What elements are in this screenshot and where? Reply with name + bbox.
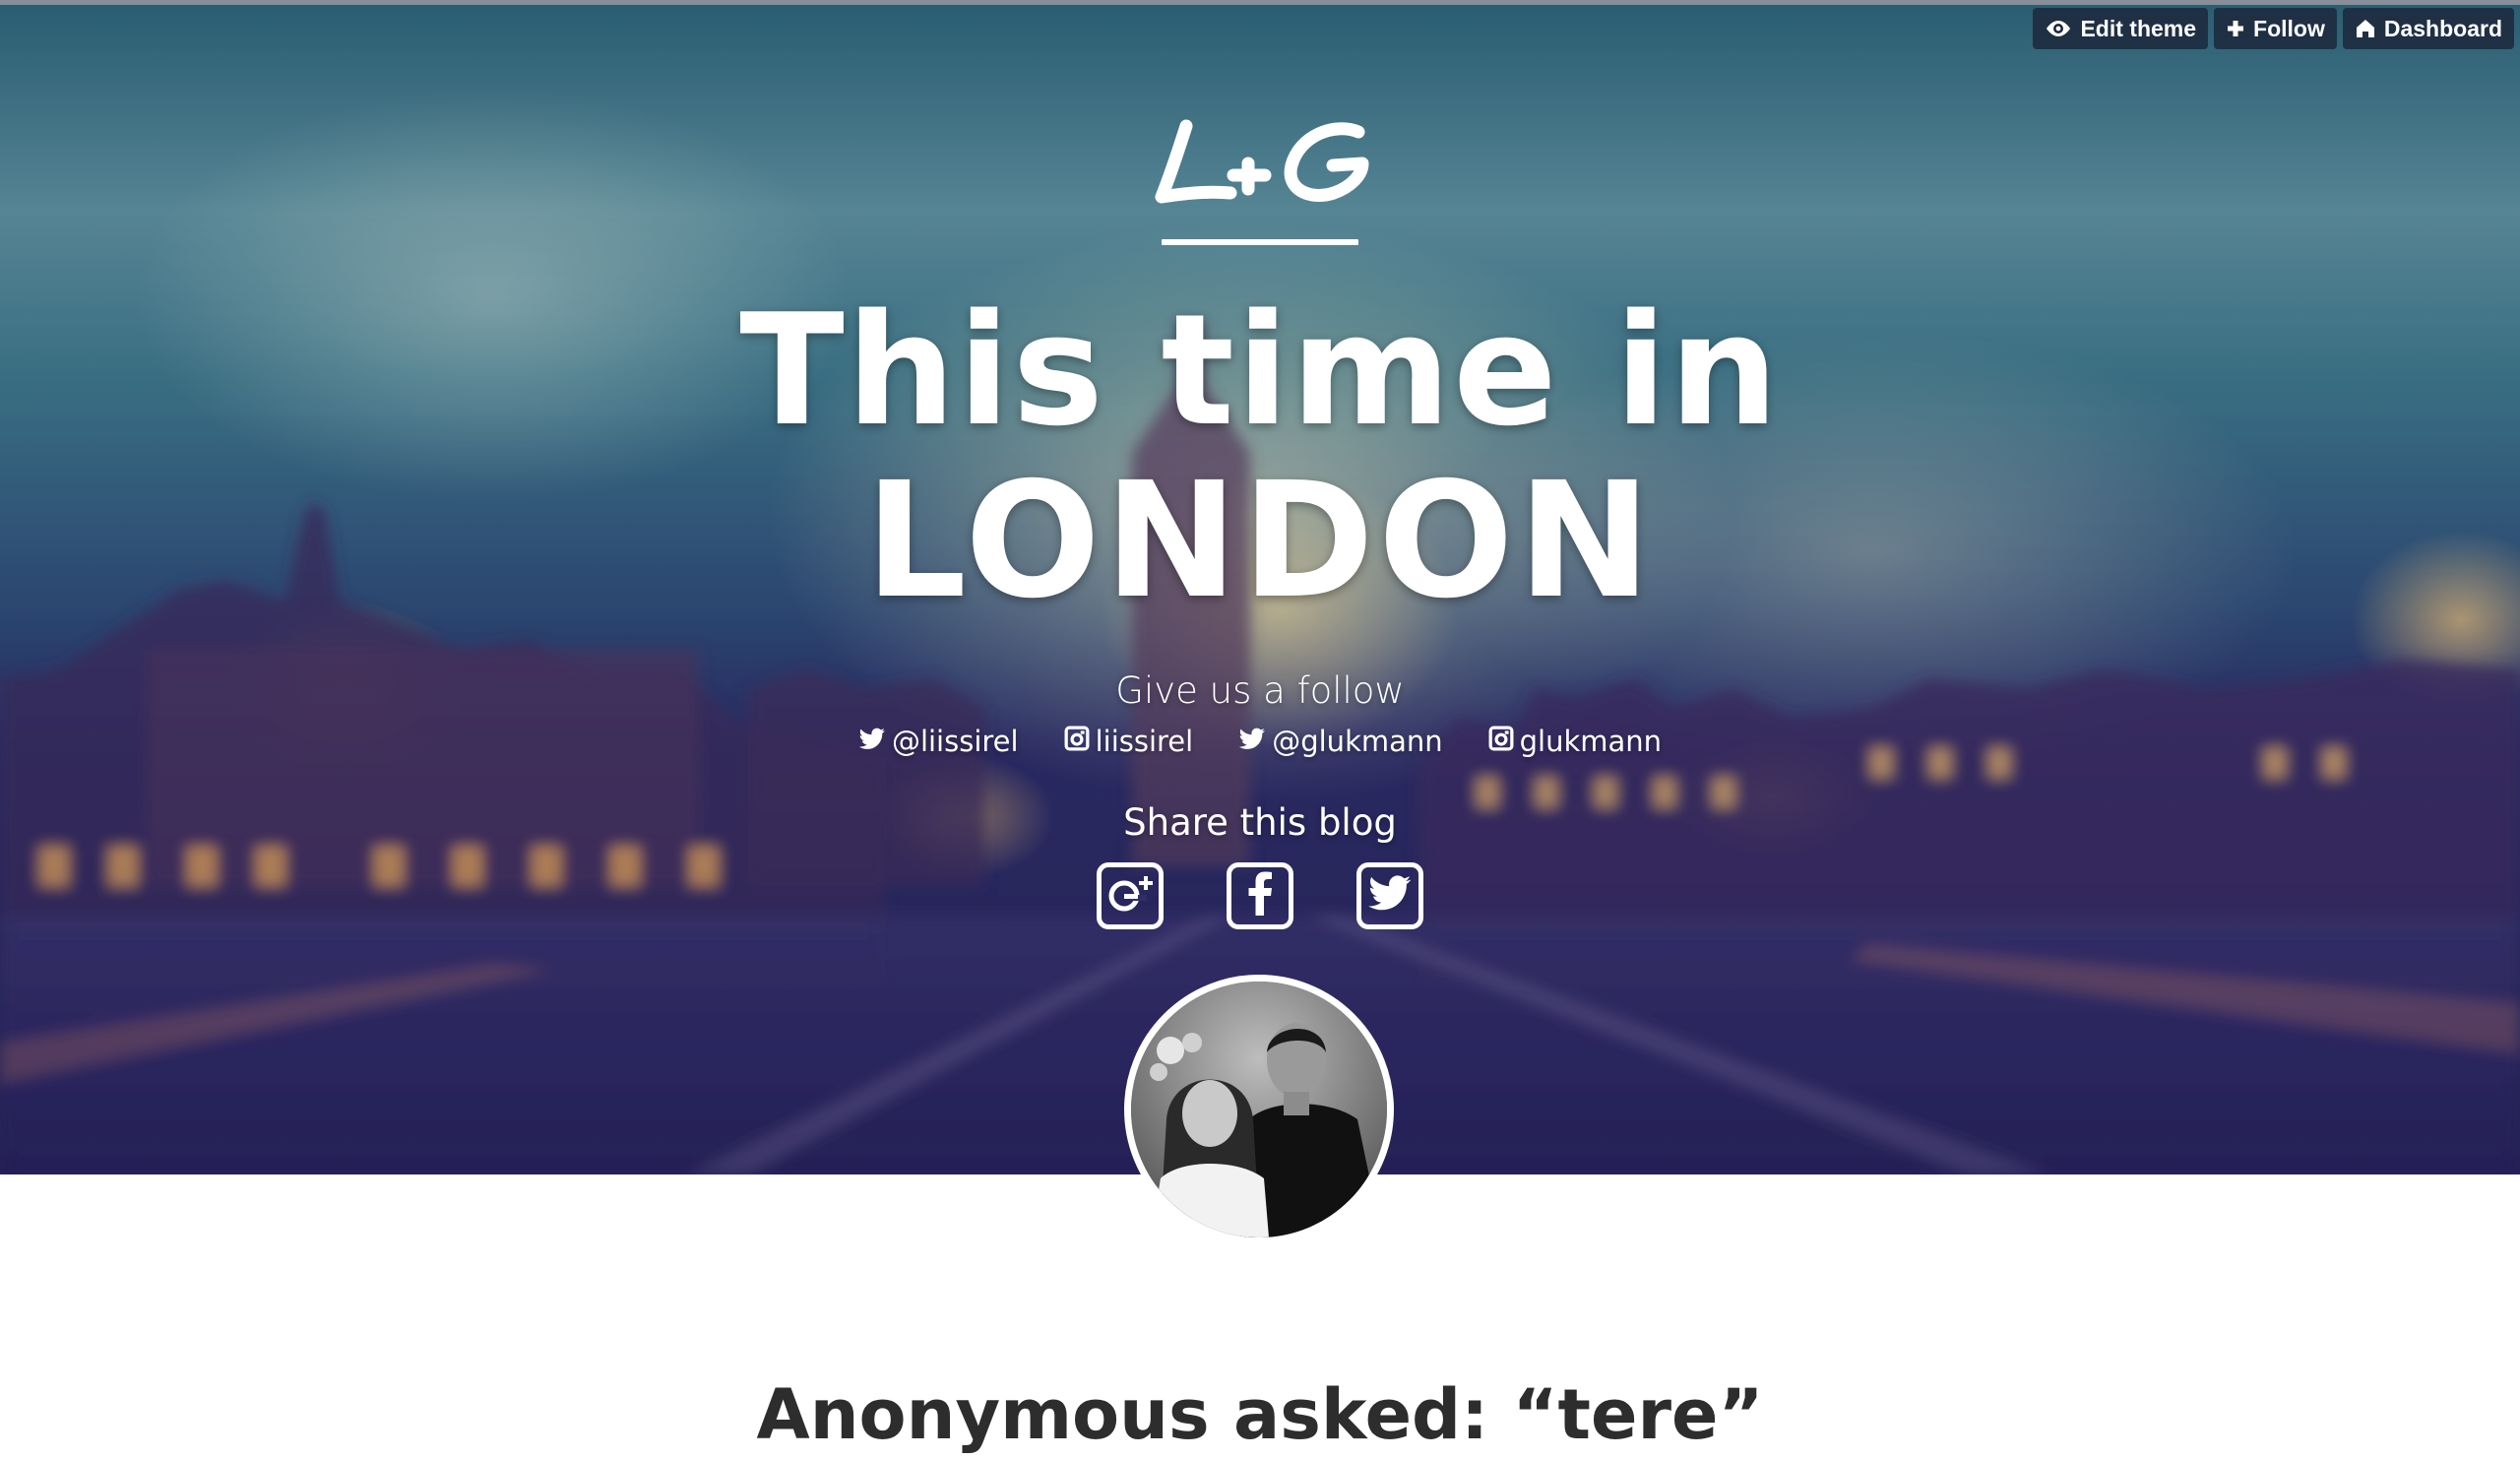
avatar-photo bbox=[1131, 982, 1387, 1237]
follow-heading: Give us a follow bbox=[1115, 669, 1405, 712]
plus-icon bbox=[2226, 19, 2245, 38]
social-handle: @liissirel bbox=[891, 725, 1019, 758]
facebook-icon bbox=[1240, 870, 1280, 922]
edit-theme-button[interactable]: Edit theme bbox=[2033, 8, 2209, 49]
top-border bbox=[0, 0, 2520, 5]
avatar[interactable] bbox=[1124, 975, 1394, 1244]
share-heading: Share this blog bbox=[1123, 801, 1397, 844]
share-buttons bbox=[1097, 862, 1423, 929]
dashboard-button[interactable]: Dashboard bbox=[2342, 8, 2514, 49]
social-handle: @glukmann bbox=[1272, 725, 1443, 758]
home-icon bbox=[2355, 18, 2376, 39]
blog-title-line1: This time in bbox=[739, 281, 1781, 460]
google-plus-icon bbox=[1104, 868, 1156, 924]
twitter-icon bbox=[1367, 874, 1413, 919]
blog-title[interactable]: This time in LONDON bbox=[472, 285, 2048, 628]
blog-logo[interactable] bbox=[1132, 108, 1388, 217]
social-handle: glukmann bbox=[1519, 725, 1663, 758]
instagram-link-liissirel[interactable]: liissirel bbox=[1064, 725, 1194, 758]
twitter-link-glukmann[interactable]: @glukmann bbox=[1238, 725, 1443, 758]
social-links: @liissirel liissirel @glukmann glukmann bbox=[0, 725, 2520, 758]
social-handle: liissirel bbox=[1095, 725, 1194, 758]
twitter-link-liissirel[interactable]: @liissirel bbox=[858, 725, 1019, 758]
edit-theme-label: Edit theme bbox=[2080, 15, 2197, 41]
follow-label: Follow bbox=[2253, 15, 2325, 41]
share-google-plus-button[interactable] bbox=[1097, 862, 1164, 929]
post-title[interactable]: Anonymous asked: “tere” bbox=[0, 1370, 2520, 1459]
instagram-icon bbox=[1064, 725, 1090, 758]
eye-icon bbox=[2045, 19, 2072, 38]
share-twitter-button[interactable] bbox=[1356, 862, 1423, 929]
logo-underline bbox=[1162, 239, 1358, 245]
instagram-link-glukmann[interactable]: glukmann bbox=[1488, 725, 1662, 758]
share-facebook-button[interactable] bbox=[1227, 862, 1293, 929]
follow-button[interactable]: Follow bbox=[2214, 8, 2337, 49]
blog-title-line2: LONDON bbox=[864, 449, 1656, 634]
twitter-icon bbox=[858, 725, 886, 758]
tumblr-controls: Edit theme Follow Dashboard bbox=[2033, 8, 2514, 49]
dashboard-label: Dashboard bbox=[2383, 15, 2502, 41]
instagram-icon bbox=[1488, 725, 1514, 758]
twitter-icon bbox=[1238, 725, 1266, 758]
